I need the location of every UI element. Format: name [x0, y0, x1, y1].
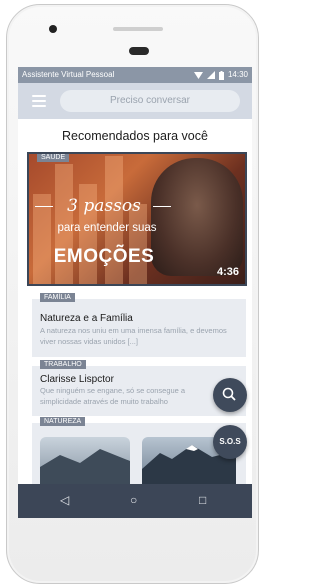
list-item[interactable]: NATUREZA: [32, 417, 246, 484]
featured-video[interactable]: SAÚDE 3 passos para entender suas EMOÇÕE…: [27, 152, 247, 286]
screen: Assistente Virtual Pessoal 14:30 Preciso…: [18, 67, 252, 518]
item-description: Que ninguém se engane, só se consegue a …: [40, 386, 186, 406]
item-title: Natureza e a Família: [40, 313, 133, 324]
app-bar: Preciso conversar: [18, 83, 252, 119]
video-title-line1: 3 passos: [67, 196, 141, 216]
item-description: A natureza nos uniu em uma imensa famíli…: [40, 326, 227, 346]
wifi-icon: [193, 72, 203, 79]
category-tag: NATUREZA: [40, 417, 86, 426]
menu-icon[interactable]: [32, 95, 46, 107]
category-tag: TRABALHO: [40, 360, 86, 369]
status-bar: Assistente Virtual Pessoal 14:30: [18, 67, 252, 83]
search-icon: [222, 387, 236, 401]
video-title-line3: EMOÇÕES: [53, 246, 155, 267]
speaker-grille: [113, 27, 163, 31]
signal-icon: [206, 71, 215, 79]
thumbnail-image: [40, 437, 130, 484]
status-time: 14:30: [227, 70, 248, 79]
search-fab[interactable]: [213, 378, 247, 412]
back-icon[interactable]: ◁: [60, 493, 69, 507]
camera: [49, 25, 57, 33]
video-title-line2: para entender suas: [57, 222, 157, 234]
earpiece: [129, 47, 149, 55]
category-tag: SAÚDE: [37, 154, 70, 162]
recents-icon[interactable]: □: [199, 493, 206, 507]
category-tag: FAMÍLIA: [40, 293, 75, 302]
status-icons: 14:30: [193, 67, 248, 83]
item-title: Clarisse Lispctor: [40, 374, 114, 385]
home-icon[interactable]: ○: [130, 493, 137, 507]
section-title: Recomendados para você: [62, 129, 208, 143]
battery-icon: [218, 70, 224, 80]
status-app-name: Assistente Virtual Pessoal: [22, 70, 115, 79]
video-duration: 4:36: [216, 266, 239, 278]
search-bar[interactable]: Preciso conversar: [60, 90, 240, 112]
navigation-bar: ◁ ○ □: [18, 484, 252, 518]
list-item[interactable]: FAMÍLIA Natureza e a Família A natureza …: [32, 293, 246, 357]
content: Recomendados para você SAÚDE 3 passos pa…: [18, 119, 252, 484]
sos-button[interactable]: S.O.S: [213, 425, 247, 459]
